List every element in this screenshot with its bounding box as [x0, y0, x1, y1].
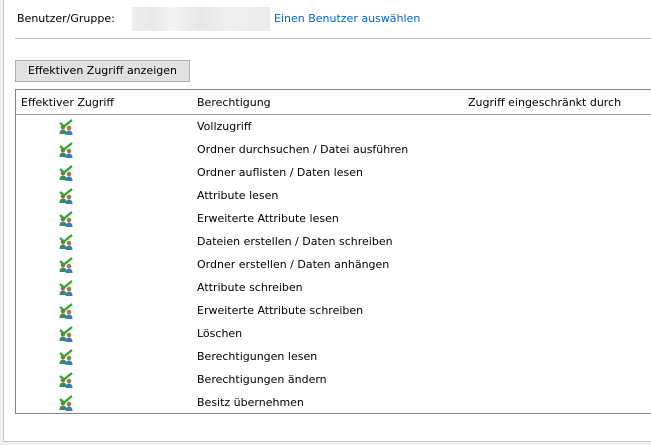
users-allowed-icon	[58, 349, 74, 365]
table-row[interactable]: Attribute lesen	[16, 184, 651, 207]
table-row[interactable]: Ordner erstellen / Daten anhängen	[16, 253, 651, 276]
column-header-restricted-by[interactable]: Zugriff eingeschränkt durch	[468, 96, 621, 109]
permission-name: Attribute schreiben	[197, 281, 303, 294]
users-allowed-icon	[58, 303, 74, 319]
permission-name: Ordner erstellen / Daten anhängen	[197, 258, 390, 271]
table-row[interactable]: Erweiterte Attribute lesen	[16, 207, 651, 230]
permission-name: Erweiterte Attribute schreiben	[197, 304, 364, 317]
users-allowed-icon	[58, 372, 74, 388]
permission-name: Ordner durchsuchen / Datei ausführen	[197, 143, 409, 156]
column-header-permission[interactable]: Berechtigung	[197, 96, 271, 109]
permission-name: Erweiterte Attribute lesen	[197, 212, 339, 225]
table-row[interactable]: Berechtigungen ändern	[16, 368, 651, 391]
permission-name: Ordner auflisten / Daten lesen	[197, 166, 363, 179]
redacted-user-name	[132, 7, 270, 31]
table-row[interactable]: Ordner auflisten / Daten lesen	[16, 161, 651, 184]
users-allowed-icon	[58, 280, 74, 296]
users-allowed-icon	[58, 142, 74, 158]
users-allowed-icon	[58, 234, 74, 250]
permission-name: Attribute lesen	[197, 189, 279, 202]
table-row[interactable]: Berechtigungen lesen	[16, 345, 651, 368]
show-effective-access-button[interactable]: Effektiven Zugriff anzeigen	[15, 60, 190, 82]
table-header: Effektiver Zugriff Berechtigung Zugriff …	[16, 90, 651, 115]
table-row[interactable]: Dateien erstellen / Daten schreiben	[16, 230, 651, 253]
permission-name: Vollzugriff	[197, 120, 252, 133]
permission-name: Löschen	[197, 327, 243, 340]
divider	[15, 38, 651, 39]
users-allowed-icon	[58, 211, 74, 227]
table-row[interactable]: Vollzugriff	[16, 115, 651, 138]
users-allowed-icon	[58, 188, 74, 204]
table-row[interactable]: Erweiterte Attribute schreiben	[16, 299, 651, 322]
table-row[interactable]: Löschen	[16, 322, 651, 345]
column-header-effective-access[interactable]: Effektiver Zugriff	[21, 96, 114, 109]
table-row[interactable]: Besitz übernehmen	[16, 391, 651, 414]
users-allowed-icon	[58, 395, 74, 411]
users-allowed-icon	[58, 257, 74, 273]
users-allowed-icon	[58, 119, 74, 135]
permission-name: Berechtigungen ändern	[197, 373, 327, 386]
effective-access-panel: Benutzer/Gruppe: Einen Benutzer auswähle…	[3, 0, 651, 442]
select-user-link[interactable]: Einen Benutzer auswählen	[274, 12, 420, 25]
permission-name: Besitz übernehmen	[197, 396, 304, 409]
permission-name: Dateien erstellen / Daten schreiben	[197, 235, 393, 248]
users-allowed-icon	[58, 165, 74, 181]
table-row[interactable]: Ordner durchsuchen / Datei ausführen	[16, 138, 651, 161]
user-group-label: Benutzer/Gruppe:	[17, 12, 115, 25]
effective-access-table: Effektiver Zugriff Berechtigung Zugriff …	[15, 89, 651, 414]
permission-name: Berechtigungen lesen	[197, 350, 318, 363]
users-allowed-icon	[58, 326, 74, 342]
table-row[interactable]: Attribute schreiben	[16, 276, 651, 299]
